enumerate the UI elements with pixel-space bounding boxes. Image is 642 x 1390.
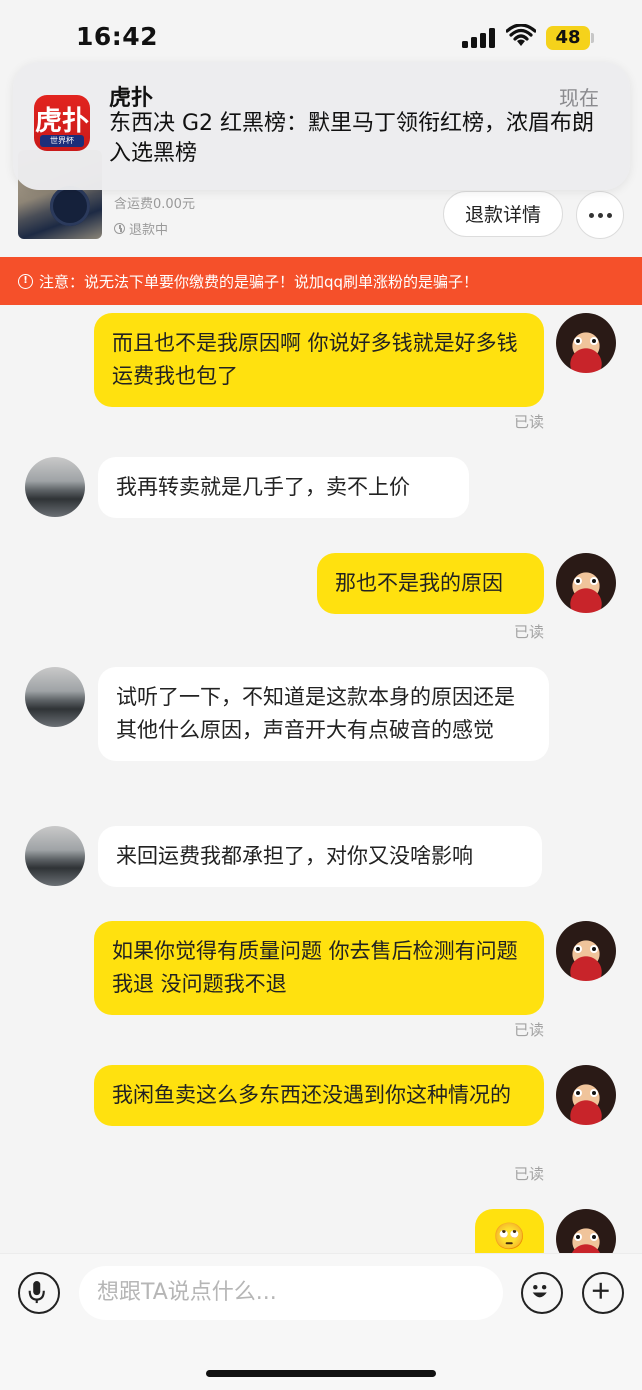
refund-status-label: 退款中 — [129, 223, 169, 238]
home-indicator[interactable] — [206, 1370, 436, 1377]
read-receipt: 已读 — [513, 1021, 544, 1039]
message-input[interactable]: 想跟TA说点什么... — [79, 1266, 503, 1320]
battery-indicator: 48 — [546, 26, 590, 50]
microphone-icon[interactable] — [18, 1272, 60, 1314]
contact-avatar[interactable] — [25, 457, 85, 517]
chat-bubble-received[interactable]: 来回运费我都承担了，对你又没啥影响 — [98, 826, 542, 887]
status-time: 16:42 — [76, 22, 159, 51]
notification-app-name: 虎扑 — [109, 86, 154, 111]
shipping-fee: 含运费0.00元 — [114, 197, 195, 212]
read-receipt: 已读 — [513, 413, 544, 431]
warning-icon: ! — [18, 273, 33, 289]
hupu-app-icon: 虎扑 世界杯 — [34, 95, 90, 151]
chat-bubble-received[interactable]: 我再转卖就是几手了，卖不上价 — [98, 457, 469, 518]
app-icon-sublabel: 世界杯 — [40, 135, 84, 147]
refund-details-button[interactable]: 退款详情 — [443, 191, 563, 237]
cellular-signal-icon — [462, 28, 496, 48]
battery-tip — [591, 33, 594, 43]
clock-icon — [114, 223, 125, 234]
chat-bubble-sent[interactable]: 我闲鱼卖这么多东西还没遇到你这种情况的 — [94, 1065, 544, 1126]
refund-status: 退款中 — [114, 219, 168, 238]
push-notification[interactable]: 虎扑 世界杯 虎扑 现在 东西决 G2 红黑榜：默里马丁领衔红榜，浓眉布朗入选黑… — [13, 62, 630, 190]
chat-bubble-received[interactable]: 试听了一下，不知道是这款本身的原因还是其他什么原因，声音开大有点破音的感觉 — [98, 667, 549, 761]
my-avatar[interactable] — [556, 1065, 616, 1125]
notification-time: 现在 — [559, 86, 599, 110]
my-avatar[interactable] — [556, 921, 616, 981]
chat-bubble-sent[interactable]: 如果你觉得有质量问题 你去售后检测有问题我退 没问题我不退 — [94, 921, 544, 1015]
more-dot-icon — [588, 212, 594, 218]
contact-avatar[interactable] — [25, 826, 85, 886]
read-receipt: 已读 — [513, 1165, 544, 1183]
my-avatar[interactable] — [556, 553, 616, 613]
read-receipt: 已读 — [513, 623, 544, 641]
scam-warning-bar: ! 注意：说无法下单要你缴费的是骗子！说加qq刷单涨粉的是骗子！ — [0, 257, 642, 305]
contact-avatar[interactable] — [25, 667, 85, 727]
scam-warning-text: 注意：说无法下单要你缴费的是骗子！说加qq刷单涨粉的是骗子！ — [39, 272, 479, 291]
emoji-icon[interactable] — [521, 1272, 563, 1314]
plus-icon[interactable] — [582, 1272, 624, 1314]
notification-body: 东西决 G2 红黑榜：默里马丁领衔红榜，浓眉布朗入选黑榜 — [109, 111, 595, 166]
chat-bubble-sent[interactable]: 那也不是我的原因 — [317, 553, 544, 614]
wifi-icon — [506, 24, 536, 46]
chat-bubble-sent[interactable]: 而且也不是我原因啊 你说好多钱就是好多钱 运费我也包了 — [94, 313, 544, 407]
app-icon-glyph: 虎扑 — [35, 106, 89, 137]
more-options-button[interactable] — [576, 191, 624, 239]
my-avatar[interactable] — [556, 313, 616, 373]
